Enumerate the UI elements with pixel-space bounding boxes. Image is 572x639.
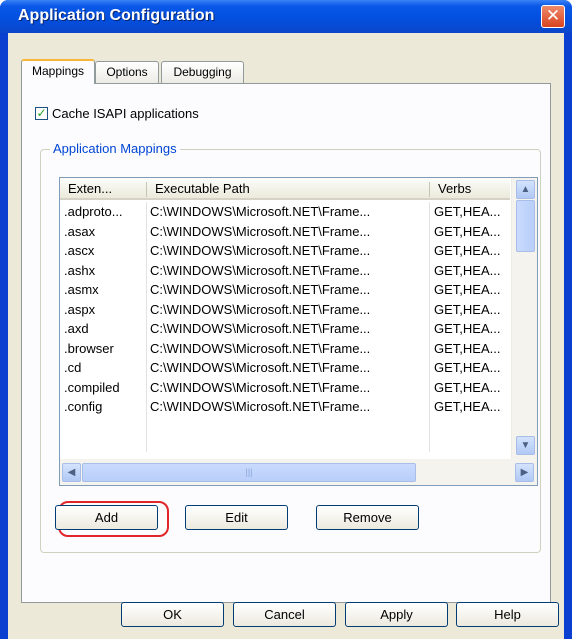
vertical-scrollbar[interactable]: ▲ ▼ <box>511 178 537 459</box>
row-extension: .ascx <box>64 243 95 258</box>
help-button[interactable]: Help <box>456 602 559 627</box>
row-verbs: GET,HEA... <box>434 282 501 297</box>
cancel-button[interactable]: Cancel <box>233 602 336 627</box>
row-verbs: GET,HEA... <box>434 301 501 317</box>
row-verbs: GET,HEA... <box>434 360 501 375</box>
add-button[interactable]: Add <box>55 505 158 530</box>
list-item[interactable]: .aspx C:\WINDOWS\Microsoft.NET\Frame... GE… <box>60 300 510 320</box>
row-executable-path: C:\WINDOWS\Microsoft.NET\Frame... <box>150 223 371 239</box>
vertical-scroll-thumb[interactable] <box>516 200 535 252</box>
row-verbs: GET,HEA... <box>434 379 501 395</box>
list-item[interactable]: .axd C:\WINDOWS\Microsoft.NET\Frame... GET… <box>60 319 510 339</box>
row-extension: .aspx <box>64 301 96 317</box>
cache-isapi-label: Cache ISAPI applications <box>52 106 199 121</box>
column-header-executable-path[interactable]: Executable Path <box>155 181 250 196</box>
row-verbs: GET,HEA... <box>434 223 501 239</box>
list-item[interactable]: .compiled C:\WINDOWS\Microsoft.NET\Frame.… <box>60 378 510 398</box>
checkmark-icon: ✓ <box>36 106 47 120</box>
row-verbs: GET,HEA... <box>434 243 501 258</box>
row-executable-path: C:\WINDOWS\Microsoft.NET\Frame... <box>150 379 371 395</box>
column-header-extension[interactable]: Exten... <box>68 181 112 196</box>
row-extension: .compiled <box>64 379 120 395</box>
tab-debugging-label: Debugging <box>173 65 232 79</box>
row-executable-path: C:\WINDOWS\Microsoft.NET\Frame... <box>150 243 371 258</box>
tab-options-label: Options <box>106 65 148 79</box>
scroll-right-button[interactable]: ▶ <box>515 463 534 482</box>
list-rows: .adproto... C:\WINDOWS\Microsoft.NET\Fram… <box>60 202 510 417</box>
ok-button-label: OK <box>163 607 182 622</box>
row-extension: .browser <box>64 340 114 356</box>
row-executable-path: C:\WINDOWS\Microsoft.NET\Frame... <box>150 399 371 414</box>
help-button-label: Help <box>494 607 521 622</box>
close-icon: ✕ <box>545 6 561 25</box>
scroll-right-icon: ▶ <box>520 467 529 478</box>
list-item[interactable]: .ashx C:\WINDOWS\Microsoft.NET\Frame... GE… <box>60 261 510 281</box>
title-bar[interactable]: Application Configuration ✕ <box>0 0 572 33</box>
apply-button[interactable]: Apply <box>345 602 448 627</box>
remove-button[interactable]: Remove <box>316 505 419 530</box>
dialog-body: Mappings Options Debugging ✓ Cache ISAPI… <box>8 33 564 639</box>
scroll-left-button[interactable]: ◀ <box>62 463 81 482</box>
scroll-up-button[interactable]: ▲ <box>516 180 535 199</box>
scroll-down-icon: ▼ <box>520 440 531 451</box>
tab-mappings-label: Mappings <box>31 64 85 78</box>
list-item[interactable]: .cd C:\WINDOWS\Microsoft.NET\Frame... GET,… <box>60 358 510 378</box>
tab-options[interactable]: Options <box>95 61 159 83</box>
column-divider[interactable] <box>429 182 430 197</box>
add-button-label: Add <box>94 510 119 525</box>
cache-isapi-checkbox[interactable]: ✓ <box>35 107 48 120</box>
list-item[interactable]: .asax C:\WINDOWS\Microsoft.NET\Frame... GE… <box>60 222 510 242</box>
tab-mappings[interactable]: Mappings <box>21 59 95 84</box>
row-extension: .ashx <box>64 262 96 278</box>
cancel-button-label: Cancel <box>264 607 305 622</box>
row-executable-path: C:\WINDOWS\Microsoft.NET\Frame... <box>150 204 371 219</box>
dialog-window: Application Configuration ✕ Mappings Opt… <box>0 0 572 639</box>
row-extension: .asax <box>64 223 96 239</box>
list-header: Exten... Executable Path Verbs <box>60 178 510 200</box>
apply-button-label: Apply <box>380 607 413 622</box>
window-title: Application Configuration <box>18 7 215 24</box>
ok-button[interactable]: OK <box>121 602 224 627</box>
list-item[interactable]: .browser C:\WINDOWS\Microsoft.NET\Frame..… <box>60 339 510 359</box>
edit-button-label: Edit <box>225 510 248 525</box>
row-extension: .cd <box>64 360 82 375</box>
list-item[interactable]: .asmx C:\WINDOWS\Microsoft.NET\Frame... GE… <box>60 280 510 300</box>
row-executable-path: C:\WINDOWS\Microsoft.NET\Frame... <box>150 301 371 317</box>
row-executable-path: C:\WINDOWS\Microsoft.NET\Frame... <box>150 282 371 297</box>
application-mappings-title: Application Mappings <box>50 141 180 156</box>
row-extension: .axd <box>64 321 89 336</box>
remove-button-label: Remove <box>343 510 392 525</box>
scroll-left-icon: ◀ <box>67 467 76 478</box>
scroll-grip-icon: ||| <box>245 467 253 477</box>
row-executable-path: C:\WINDOWS\Microsoft.NET\Frame... <box>150 321 371 336</box>
list-item[interactable]: .ascx C:\WINDOWS\Microsoft.NET\Frame... GE… <box>60 241 510 261</box>
row-verbs: GET,HEA... <box>434 262 501 278</box>
tab-debugging[interactable]: Debugging <box>161 61 244 83</box>
row-executable-path: C:\WINDOWS\Microsoft.NET\Frame... <box>150 262 371 278</box>
column-header-verbs[interactable]: Verbs <box>438 181 471 196</box>
close-button[interactable]: ✕ <box>541 5 565 28</box>
list-item[interactable]: .config C:\WINDOWS\Microsoft.NET\Frame...… <box>60 397 510 417</box>
horizontal-scrollbar[interactable]: ◀ ||| ▶ <box>60 459 537 485</box>
edit-button[interactable]: Edit <box>185 505 288 530</box>
mappings-list[interactable]: Exten... Executable Path Verbs .adproto.… <box>59 177 538 486</box>
horizontal-scroll-thumb[interactable]: ||| <box>82 463 416 482</box>
row-extension: .adproto... <box>64 204 123 219</box>
list-item[interactable]: .adproto... C:\WINDOWS\Microsoft.NET\Fram… <box>60 202 510 222</box>
row-executable-path: C:\WINDOWS\Microsoft.NET\Frame... <box>150 360 371 375</box>
row-verbs: GET,HEA... <box>434 340 501 356</box>
row-executable-path: C:\WINDOWS\Microsoft.NET\Frame... <box>150 340 371 356</box>
scroll-down-button[interactable]: ▼ <box>516 436 535 455</box>
row-verbs: GET,HEA... <box>434 204 501 219</box>
row-extension: .asmx <box>64 282 99 297</box>
column-divider[interactable] <box>146 182 147 197</box>
row-extension: .config <box>64 399 103 414</box>
row-verbs: GET,HEA... <box>434 399 501 414</box>
scroll-up-icon: ▲ <box>520 184 531 195</box>
row-verbs: GET,HEA... <box>434 321 501 336</box>
